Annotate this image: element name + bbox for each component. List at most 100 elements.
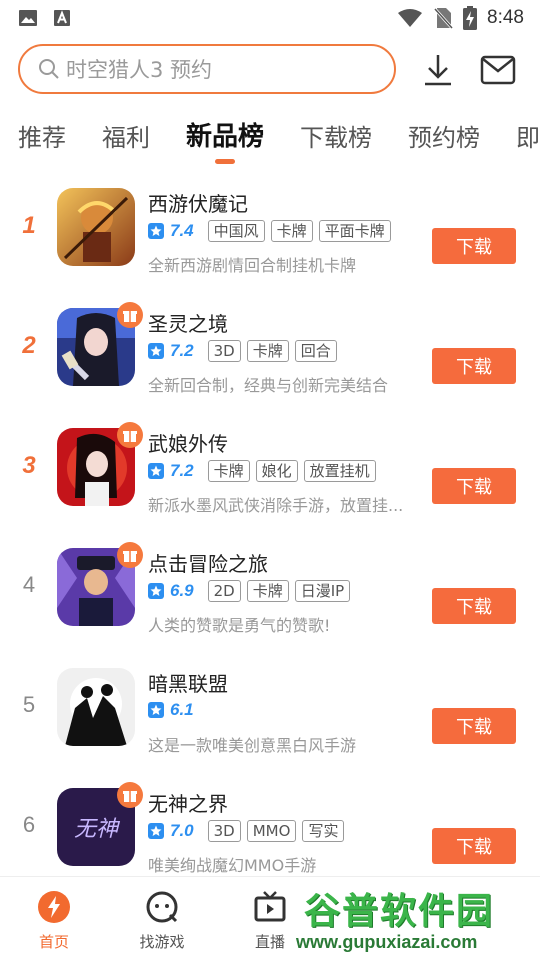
game-description: 全新回合制，经典与创新完美结合 — [148, 376, 389, 395]
star-icon — [148, 343, 164, 359]
game-tag: 3D — [207, 820, 241, 842]
wifi-icon — [398, 9, 423, 27]
game-name: 暗黑联盟 — [148, 672, 228, 696]
game-description: 新派水墨风武侠消除手游，放置挂... — [148, 496, 404, 515]
tab-new-games[interactable]: 新品榜 — [186, 112, 264, 168]
game-score: 7.2 — [170, 341, 194, 360]
star-icon — [148, 702, 164, 718]
search-icon — [39, 59, 59, 79]
star-icon — [148, 463, 164, 479]
download-button[interactable]: 下载 — [432, 468, 516, 504]
game-tag: 平面卡牌 — [318, 220, 391, 242]
search-placeholder: 时空猎人3 预约 — [66, 58, 213, 82]
gift-icon — [117, 422, 143, 448]
game-score: 6.1 — [170, 700, 194, 719]
game-description: 人类的赞歌是勇气的赞歌! — [148, 616, 331, 635]
game-name: 武娘外传 — [148, 432, 228, 456]
watermark-url: www.gupuxiazai.com — [296, 932, 478, 952]
list-item[interactable]: 3 武娘外传 7.2 卡牌 娘化 放置挂机 新派水墨风武侠消除手游，放置挂...… — [0, 408, 540, 528]
tab-upcoming[interactable]: 即将 — [516, 112, 540, 168]
download-button[interactable]: 下载 — [432, 708, 516, 744]
status-time: 8:48 — [487, 7, 524, 28]
game-name: 点击冒险之旅 — [148, 552, 268, 576]
nav-find-games[interactable]: 找游戏 — [108, 877, 216, 960]
game-icon-anhei[interactable] — [57, 668, 135, 746]
download-button[interactable]: 下载 — [432, 588, 516, 624]
home-icon — [38, 891, 70, 923]
game-tag: 日漫IP — [294, 580, 351, 602]
list-item[interactable]: 6 无神 无神之界 7.0 3D MMO 写实 唯美绚战魔幻MMO手游 下载 — [0, 768, 540, 888]
app-notification-icon — [54, 10, 70, 26]
rank-number: 6 — [22, 812, 36, 837]
gift-icon — [117, 542, 143, 568]
game-tag: 放置挂机 — [303, 460, 376, 482]
tv-icon — [254, 891, 286, 922]
game-meta: 6.9 2D 卡牌 日漫IP — [148, 580, 351, 602]
rank-number: 5 — [22, 692, 36, 717]
game-meta: 7.4 中国风 卡牌 平面卡牌 — [148, 220, 391, 242]
list-item[interactable]: 5 暗黑联盟 6.1 这是一款唯美创意黑白风手游 下载 — [0, 648, 540, 768]
rank-number: 3 — [22, 452, 36, 479]
tab-reservation-chart[interactable]: 预约榜 — [408, 112, 480, 168]
nav-label: 首页 — [38, 933, 69, 951]
gamepad-icon — [146, 891, 178, 923]
star-icon — [148, 823, 164, 839]
game-tag: 卡牌 — [207, 460, 250, 482]
download-icon[interactable] — [420, 52, 456, 88]
game-meta: 7.0 3D MMO 写实 — [148, 820, 345, 842]
game-tag: 2D — [207, 580, 241, 602]
game-tag: MMO — [246, 820, 297, 842]
game-name: 圣灵之境 — [148, 312, 228, 336]
rank-number: 1 — [22, 212, 36, 239]
nav-label: 找游戏 — [139, 933, 185, 951]
rank-number: 2 — [22, 332, 36, 359]
search-input[interactable]: 时空猎人3 预约 — [18, 44, 396, 94]
nav-home[interactable]: 首页 — [0, 877, 108, 960]
search-row: 时空猎人3 预约 — [0, 44, 540, 96]
star-icon — [148, 583, 164, 599]
game-name: 西游伏魔记 — [148, 192, 248, 216]
game-tag: 中国风 — [207, 220, 265, 242]
game-description: 这是一款唯美创意黑白风手游 — [148, 736, 357, 755]
download-button[interactable]: 下载 — [432, 228, 516, 264]
tab-recommend[interactable]: 推荐 — [18, 112, 66, 168]
download-button[interactable]: 下载 — [432, 348, 516, 384]
battery-charging-icon — [463, 6, 478, 30]
game-meta: 7.2 3D 卡牌 回合 — [148, 340, 337, 362]
game-meta: 7.2 卡牌 娘化 放置挂机 — [148, 460, 376, 482]
watermark-title: 谷普软件园 — [304, 891, 495, 932]
category-tabs: 推荐 福利 新品榜 下载榜 预约榜 即将 — [0, 112, 540, 168]
game-tag: 卡牌 — [246, 580, 289, 602]
no-sim-icon — [433, 7, 454, 29]
game-meta: 6.1 — [148, 700, 202, 720]
image-notification-icon — [19, 10, 37, 26]
tab-welfare[interactable]: 福利 — [102, 112, 150, 168]
game-tag: 卡牌 — [270, 220, 313, 242]
game-icon-xiyou[interactable] — [57, 188, 135, 266]
list-item[interactable]: 1 西游伏魔记 7.4 中国风 卡牌 平面卡牌 全新西游剧情回合制挂机卡牌 下载 — [0, 168, 540, 288]
watermark: 谷普软件园 www.gupuxiazai.com — [296, 882, 540, 960]
rank-number: 4 — [22, 572, 36, 597]
list-item[interactable]: 2 圣灵之境 7.2 3D 卡牌 回合 全新回合制，经典与创新完美结合 下载 — [0, 288, 540, 408]
game-score: 6.9 — [170, 581, 194, 600]
game-icon-text: 无神 — [73, 817, 118, 842]
game-description: 全新西游剧情回合制挂机卡牌 — [148, 256, 357, 275]
game-tag: 卡牌 — [246, 340, 289, 362]
download-button[interactable]: 下载 — [432, 828, 516, 864]
mail-icon[interactable] — [480, 54, 516, 86]
game-score: 7.2 — [170, 461, 194, 480]
list-item[interactable]: 4 点击冒险之旅 6.9 2D 卡牌 日漫IP 人类的赞歌是勇气的赞歌! 下载 — [0, 528, 540, 648]
game-score: 7.4 — [170, 221, 194, 240]
game-name: 无神之界 — [148, 792, 228, 816]
star-icon — [148, 223, 164, 239]
gift-icon — [117, 782, 143, 808]
gift-icon — [117, 302, 143, 328]
tab-download-chart[interactable]: 下载榜 — [300, 112, 372, 168]
game-list: 1 西游伏魔记 7.4 中国风 卡牌 平面卡牌 全新西游剧情回合制挂机卡牌 下载… — [0, 168, 540, 888]
game-tag: 3D — [207, 340, 241, 362]
status-bar: 8:48 — [0, 0, 540, 36]
game-description: 唯美绚战魔幻MMO手游 — [148, 856, 317, 875]
game-score: 7.0 — [170, 821, 194, 840]
game-tag: 写实 — [302, 820, 345, 842]
nav-label: 直播 — [254, 933, 285, 951]
